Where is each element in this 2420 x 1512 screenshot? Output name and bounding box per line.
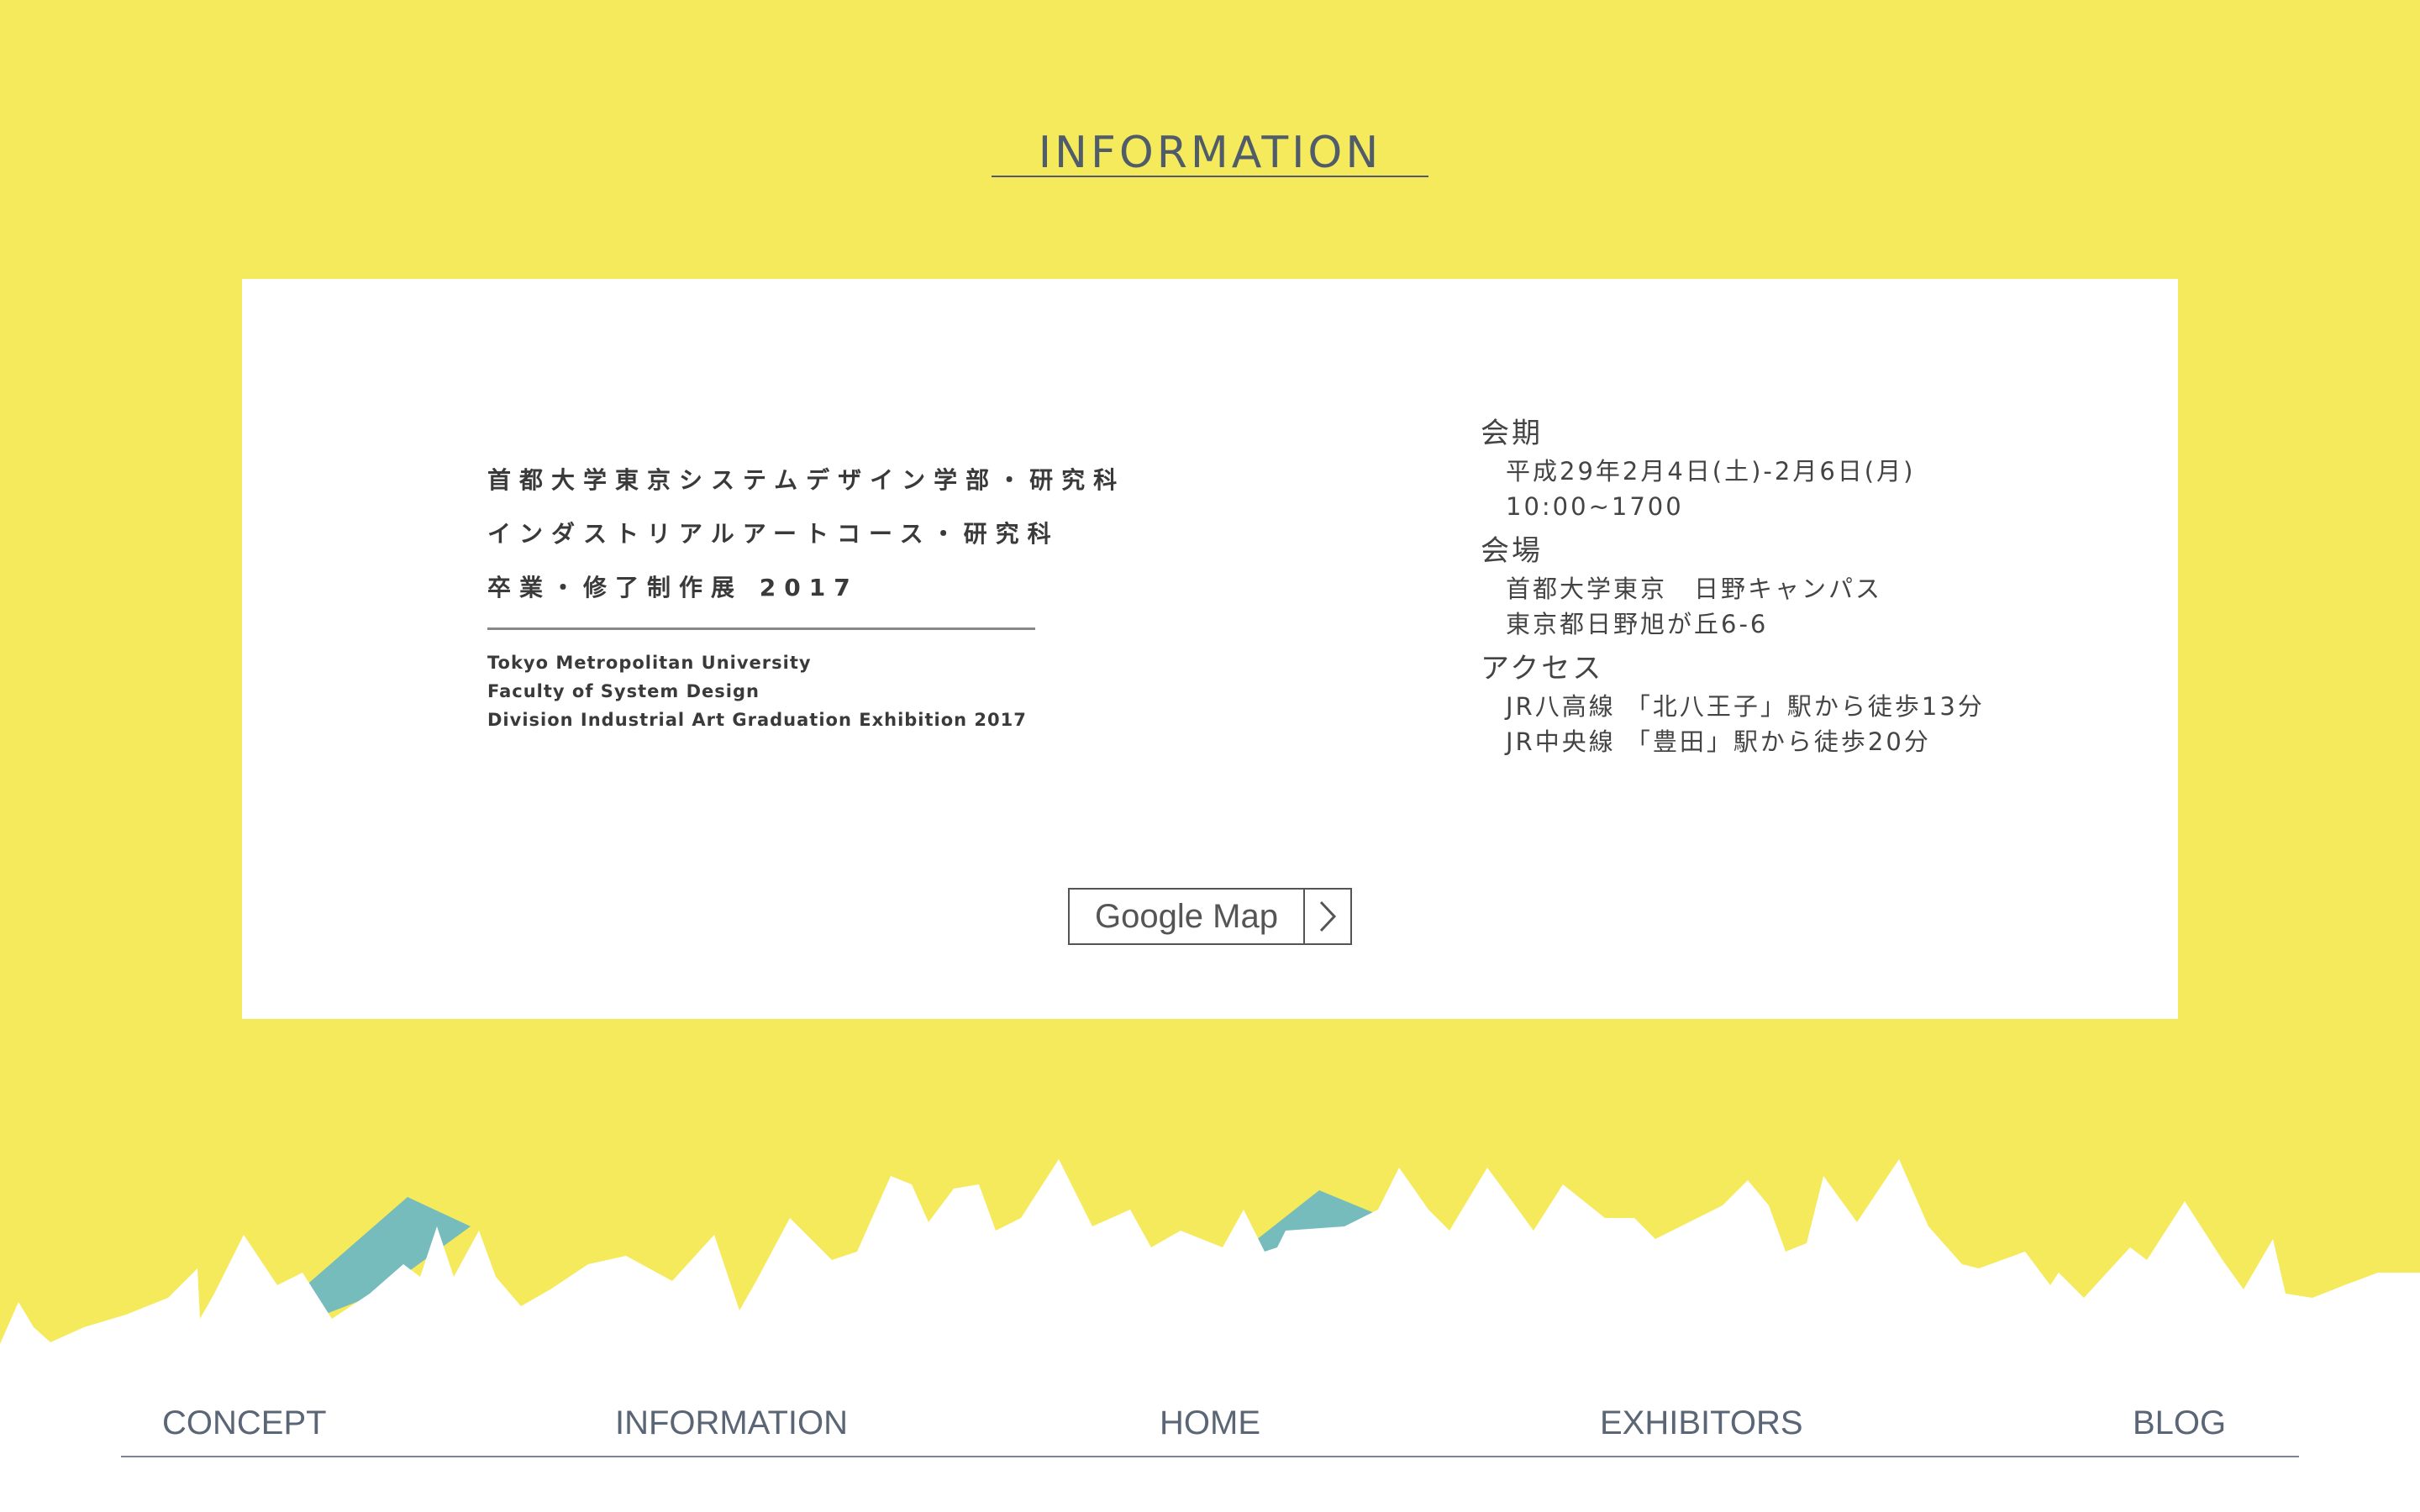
title-jp-line: 卒業・修了制作展 2017 <box>487 574 859 601</box>
title-divider <box>487 627 1035 630</box>
period-dates: 平成29年2月4日(土)-2月6日(月) <box>1506 457 1916 486</box>
access-heading: アクセス <box>1481 652 1604 685</box>
title-en-line: Faculty of System Design <box>487 681 760 701</box>
section-title-underline <box>992 176 1428 177</box>
access-route-chuo: JR中央線 「豊田」駅から徒歩20分 <box>1506 727 1931 756</box>
footer-nav-underline <box>121 1456 2299 1457</box>
nav-information[interactable]: INFORMATION <box>615 1404 848 1442</box>
venue-heading: 会場 <box>1481 534 1543 568</box>
period-group: 会期 平成29年2月4日(土)-2月6日(月) 10:00~1700 <box>1481 413 2069 524</box>
nav-exhibitors[interactable]: EXHIBITORS <box>1600 1404 1803 1442</box>
title-jp-line: インダストリアルアートコース・研究科 <box>487 520 1060 548</box>
period-heading: 会期 <box>1481 417 1543 450</box>
access-route-hachiko: JR八高線 「北八王子」駅から徒歩13分 <box>1506 692 1985 721</box>
period-hours: 10:00~1700 <box>1506 492 1684 521</box>
nav-concept[interactable]: CONCEPT <box>162 1404 327 1442</box>
nav-blog[interactable]: BLOG <box>2133 1404 2226 1442</box>
venue-address: 東京都日野旭が丘6-6 <box>1506 610 1769 638</box>
white-mountains <box>0 1159 2420 1512</box>
access-group: アクセス JR八高線 「北八王子」駅から徒歩13分 JR中央線 「豊田」駅から徒… <box>1481 648 2069 759</box>
information-card: 首都大学東京システムデザイン学部・研究科 インダストリアルアートコース・研究科 … <box>242 279 2178 1019</box>
exhibition-title-jp: 首都大学東京システムデザイン学部・研究科 インダストリアルアートコース・研究科 … <box>487 454 1125 615</box>
chevron-right-icon <box>1303 890 1350 943</box>
title-en-line: Division Industrial Art Graduation Exhib… <box>487 710 1027 730</box>
event-details: 会期 平成29年2月4日(土)-2月6日(月) 10:00~1700 会場 首都… <box>1481 413 2069 766</box>
footer-nav: CONCEPT INFORMATION HOME EXHIBITORS BLOG <box>121 1404 2299 1458</box>
title-jp-line: 首都大学東京システムデザイン学部・研究科 <box>487 466 1126 494</box>
venue-group: 会場 首都大学東京 日野キャンパス 東京都日野旭が丘6-6 <box>1481 531 2069 642</box>
google-map-label: Google Map <box>1095 897 1278 935</box>
title-en-line: Tokyo Metropolitan University <box>487 653 812 673</box>
nav-home[interactable]: HOME <box>1160 1404 1260 1442</box>
section-title: INFORMATION <box>1038 128 1382 178</box>
exhibition-title-en: Tokyo Metropolitan University Faculty of… <box>487 648 1027 734</box>
google-map-button[interactable]: Google Map <box>1068 888 1352 945</box>
venue-name: 首都大学東京 日野キャンパス <box>1506 575 1883 603</box>
